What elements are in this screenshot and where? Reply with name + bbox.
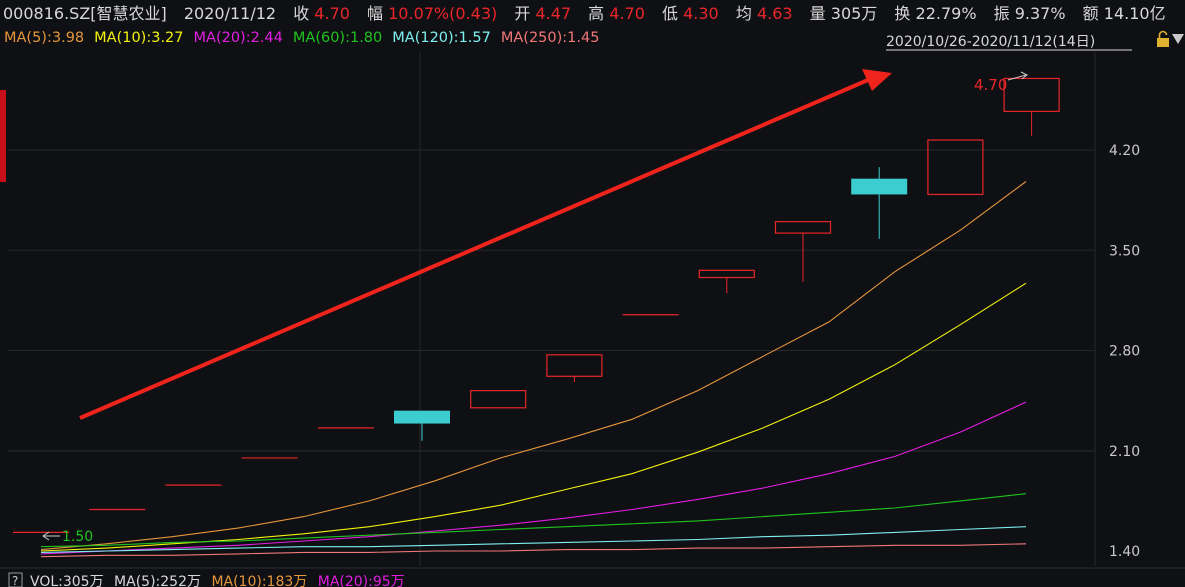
candle-body-down: [394, 410, 450, 424]
y-tick-label: 1.40: [1109, 544, 1140, 560]
amount-value: 14.10亿: [1104, 4, 1166, 23]
quote-date: 2020/11/12: [184, 4, 276, 23]
kline-chart[interactable]: 4.20 3.50 2.80 2.10 1.40 4.70 1.50 000816.SZ…: [0, 0, 1185, 587]
turnover-label: 换: [894, 4, 910, 23]
volume-label: 量: [810, 4, 826, 23]
volume-legend: VOL:305万 MA(5):252万 MA(10):183万 MA(20):9…: [30, 574, 405, 587]
candle-body-down: [851, 178, 908, 195]
y-tick-label: 2.80: [1109, 344, 1140, 360]
ma-legend-item: MA(20):2.44: [194, 30, 283, 46]
high-label: 高: [588, 4, 604, 23]
kline-chart-panel[interactable]: 4.20 3.50 2.80 2.10 1.40 4.70 1.50 000816.SZ…: [0, 0, 1185, 587]
high-value: 4.70: [609, 4, 645, 23]
date-range-label[interactable]: 2020/10/26-2020/11/12(14日): [886, 34, 1095, 50]
y-tick-label: 4.20: [1109, 143, 1140, 159]
amplitude-label: 振: [994, 4, 1010, 23]
avg-value: 4.63: [757, 4, 793, 23]
low-price-label: 1.50: [62, 529, 93, 545]
amount-label: 额: [1083, 4, 1099, 23]
ma-legend: MA(5):3.98 MA(10):3.27 MA(20):2.44 MA(60):1…: [4, 30, 599, 46]
vol-value: VOL:305万: [30, 574, 104, 587]
ma-legend-item: MA(60):1.80: [293, 30, 382, 46]
ma-legend-item: MA(5):3.98: [4, 30, 84, 46]
ma-legend-item: MA(10):3.27: [94, 30, 183, 46]
close-label: 收: [293, 4, 309, 23]
volume-value: 305万: [831, 4, 878, 23]
help-button[interactable]: ?: [12, 574, 18, 587]
close-value: 4.70: [314, 4, 350, 23]
ma-legend-item: MA(120):1.57: [392, 30, 491, 46]
left-edge-marker: [0, 90, 6, 182]
change-label: 幅: [367, 4, 383, 23]
open-value: 4.47: [535, 4, 571, 23]
low-value: 4.30: [683, 4, 719, 23]
low-label: 低: [662, 4, 678, 23]
y-tick-label: 3.50: [1109, 243, 1140, 259]
ma-legend-item: MA(250):1.45: [501, 30, 600, 46]
change-value: 10.07%(0.43): [388, 4, 497, 23]
stock-symbol: 000816.SZ[智慧农业]: [3, 4, 167, 23]
vol-ma10: MA(10):183万: [211, 574, 307, 587]
vol-ma20: MA(20):95万: [318, 574, 405, 587]
lock-body: [1157, 38, 1169, 47]
open-label: 开: [514, 4, 530, 23]
avg-label: 均: [736, 4, 752, 23]
turnover-value: 22.79%: [916, 4, 977, 23]
y-tick-label: 2.10: [1109, 444, 1140, 460]
amplitude-value: 9.37%: [1015, 4, 1066, 23]
high-price-label: 4.70: [974, 76, 1007, 94]
vol-ma5: MA(5):252万: [114, 574, 201, 587]
